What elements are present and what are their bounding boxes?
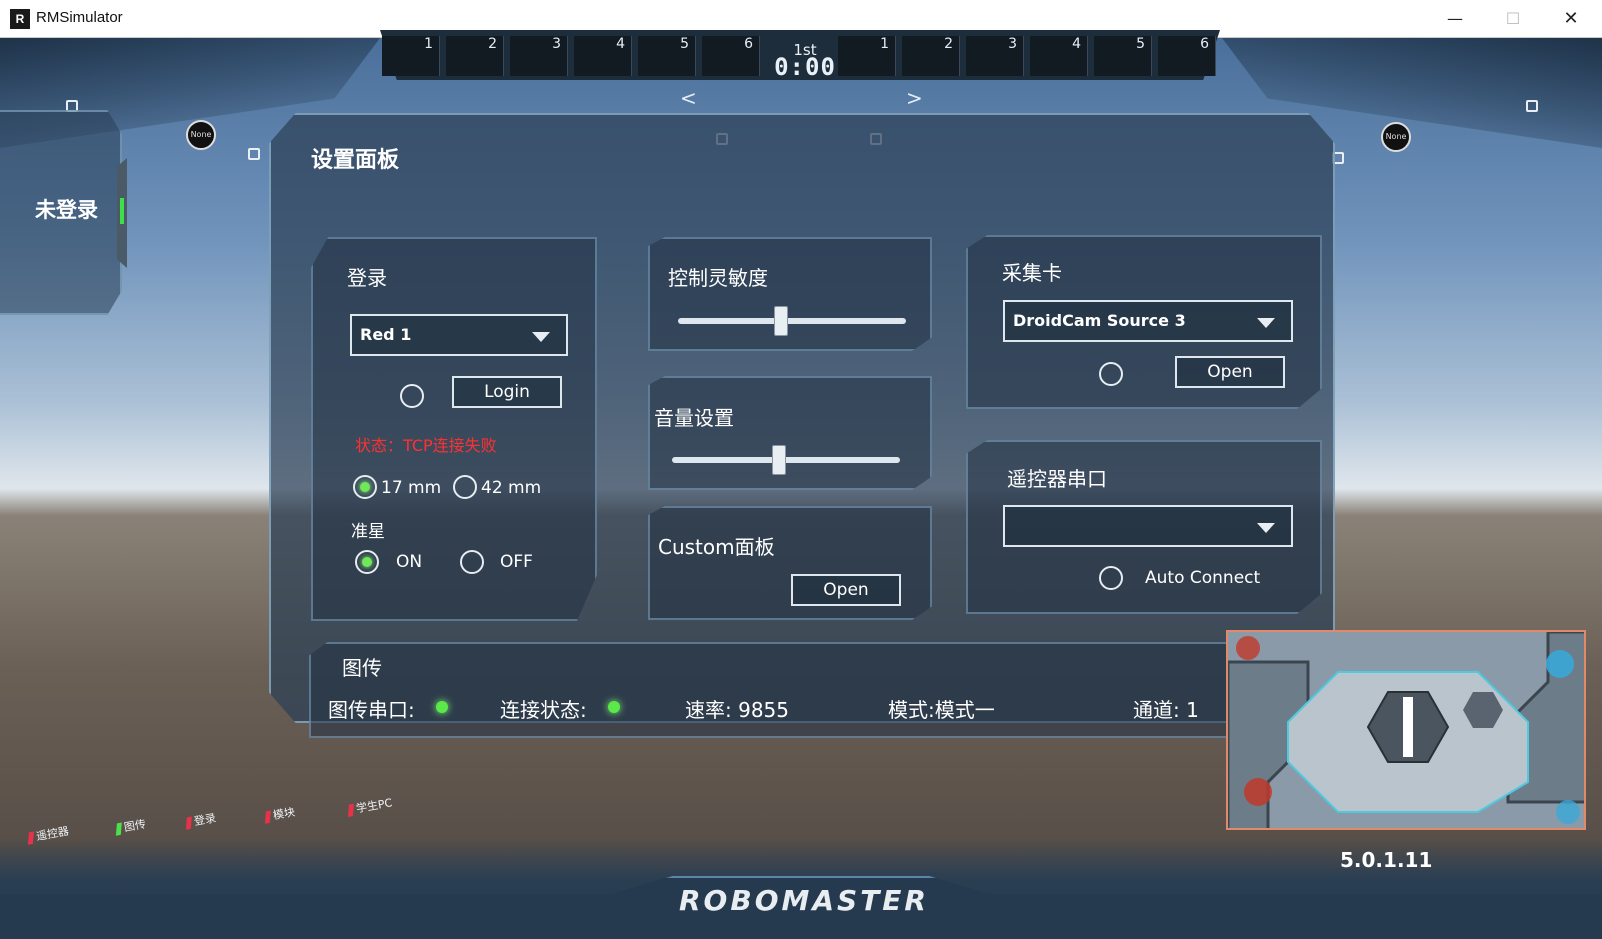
transmission-connection-label: 连接状态: xyxy=(500,698,587,722)
crosshair-on-label: ON xyxy=(396,552,423,572)
crosshair-off-label: OFF xyxy=(500,552,533,572)
login-remember-radio[interactable] xyxy=(400,384,424,408)
window-title: RMSimulator xyxy=(36,9,123,26)
minimap[interactable] xyxy=(1226,630,1586,830)
app-logo-icon: R xyxy=(10,9,30,29)
transmission-rate: 速率: 9855 xyxy=(685,698,789,722)
image-transmission-section xyxy=(309,642,1239,738)
right-robot-slot: 4 xyxy=(1030,36,1088,76)
left-robot-slot: 6 xyxy=(702,36,760,76)
crosshair-on-radio[interactable] xyxy=(355,550,379,574)
chevron-down-icon xyxy=(532,332,550,342)
right-robot-slot: 5 xyxy=(1094,36,1152,76)
crosshair-off-radio[interactable] xyxy=(460,550,484,574)
minimize-button[interactable]: — xyxy=(1426,0,1484,38)
transmission-serial-label: 图传串口: xyxy=(328,698,415,722)
transmission-mode: 模式:模式一 xyxy=(888,698,995,722)
caliber-42mm-radio[interactable] xyxy=(453,475,477,499)
capture-open-button[interactable]: Open xyxy=(1175,356,1285,388)
transmission-connection-led xyxy=(608,701,620,713)
close-button[interactable]: ✕ xyxy=(1542,0,1600,38)
sensitivity-slider-thumb[interactable] xyxy=(773,306,788,336)
minimap-field xyxy=(1228,632,1584,828)
capture-source-value: DroidCam Source 3 xyxy=(1013,311,1186,330)
volume-slider-thumb[interactable] xyxy=(772,445,787,475)
robot-select-dropdown[interactable]: Red 1 xyxy=(350,314,568,356)
crosshair-label: 准星 xyxy=(351,522,385,542)
custom-panel-title: Custom面板 xyxy=(658,535,775,559)
settings-title: 设置面板 xyxy=(311,148,400,173)
left-robot-slot: 2 xyxy=(446,36,504,76)
version-label: 5.0.1.11 xyxy=(1340,848,1433,872)
right-buff-badge: None xyxy=(1381,122,1411,152)
left-robot-slot: 3 xyxy=(510,36,568,76)
right-robot-slot: 2 xyxy=(902,36,960,76)
corner-square-icon xyxy=(1526,100,1538,112)
left-buff-badge: None xyxy=(186,120,216,150)
image-transmission-title: 图传 xyxy=(342,656,382,680)
auto-connect-radio[interactable] xyxy=(1099,566,1123,590)
login-section-title: 登录 xyxy=(347,266,387,290)
login-state-label: 未登录 xyxy=(35,198,98,222)
transmission-serial-led xyxy=(436,701,448,713)
match-timer: 0:00 xyxy=(774,53,836,81)
left-robot-slot: 5 xyxy=(638,36,696,76)
connection-status-text: 状态：TCP连接失败 xyxy=(355,436,497,455)
caliber-42mm-label: 42 mm xyxy=(481,478,542,498)
caliber-17mm-label: 17 mm xyxy=(381,478,442,498)
chevron-down-icon xyxy=(1257,523,1275,533)
custom-open-button[interactable]: Open xyxy=(791,574,901,606)
robomaster-logo: ROBOMASTER xyxy=(679,884,929,917)
left-robot-slot: 4 xyxy=(574,36,632,76)
maximize-button[interactable]: ☐ xyxy=(1484,0,1542,38)
remote-serial-title: 遥控器串口 xyxy=(1007,467,1107,491)
capture-card-title: 采集卡 xyxy=(1002,261,1062,285)
volume-title: 音量设置 xyxy=(654,406,734,430)
auto-connect-label: Auto Connect xyxy=(1145,568,1261,588)
corner-square-icon xyxy=(248,148,260,160)
sensitivity-title: 控制灵敏度 xyxy=(668,266,768,290)
right-robot-slot: 3 xyxy=(966,36,1024,76)
sensitivity-slider-track[interactable] xyxy=(678,318,906,324)
prev-arrow-icon[interactable]: < xyxy=(680,86,697,110)
remote-port-dropdown[interactable] xyxy=(1003,505,1293,547)
transmission-channel: 通道: 1 xyxy=(1133,698,1199,722)
capture-source-dropdown[interactable]: DroidCam Source 3 xyxy=(1003,300,1293,342)
login-button[interactable]: Login xyxy=(452,376,562,408)
left-robot-slot: 1 xyxy=(382,36,440,76)
login-section xyxy=(311,237,597,621)
caliber-17mm-radio[interactable] xyxy=(353,475,377,499)
chevron-down-icon xyxy=(1257,318,1275,328)
right-robot-slot: 6 xyxy=(1158,36,1216,76)
next-arrow-icon[interactable]: > xyxy=(906,86,923,110)
side-status-led xyxy=(120,198,124,224)
capture-enable-radio[interactable] xyxy=(1099,362,1123,386)
sensitivity-section xyxy=(648,237,932,351)
robot-select-value: Red 1 xyxy=(360,325,412,344)
volume-section xyxy=(648,376,932,490)
